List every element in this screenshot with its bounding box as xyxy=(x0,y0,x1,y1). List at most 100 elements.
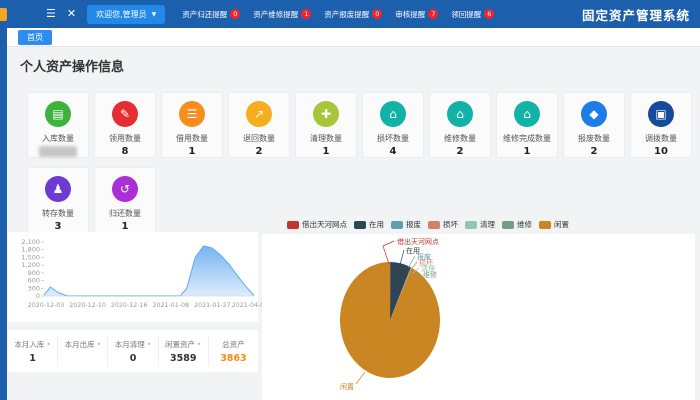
summary-stat: 总资产3863 xyxy=(209,336,258,366)
tab-home[interactable]: 首页 xyxy=(18,30,52,45)
svg-text:2020-12-16: 2020-12-16 xyxy=(111,302,148,309)
stat-card: ✚ 清理数量 1 xyxy=(295,92,357,158)
notification-badge: 7 xyxy=(428,9,438,19)
svg-text:2020-12-03: 2020-12-03 xyxy=(28,302,65,309)
return-icon: ↺ xyxy=(112,176,138,202)
pie-legend: 借出天河网点 在用报废 损坏清理 维修闲置 xyxy=(287,219,569,230)
tab-bar: 首页 xyxy=(7,28,700,47)
svg-text:2021-01-27: 2021-01-27 xyxy=(194,302,231,309)
app-title: 固定资产管理系统 xyxy=(582,5,690,24)
stat-value: 8 xyxy=(122,146,129,157)
stat-value: 2 xyxy=(591,146,598,157)
stat-label: 报废数量 xyxy=(578,133,610,144)
stat-value: 3 xyxy=(55,221,62,232)
stat-label: 损坏数量 xyxy=(377,133,409,144)
reminder-nav: 资产归还提醒0资产维修提醒1资产报废提醒0审核提醒7领回提醒6 xyxy=(182,9,494,20)
stat-card: ◆报废数量2 xyxy=(563,92,625,158)
trend-icon: ↗ xyxy=(246,101,272,127)
legend-label: 在用 xyxy=(369,219,384,230)
stat-label: 领用数量 xyxy=(109,133,141,144)
stat-card-grid: ▤入库数量✎领用数量8☰借用数量1↗退回数量2✚清理数量1⌂损坏数量4⌂维修数量… xyxy=(27,92,692,233)
svg-text:1,500: 1,500 xyxy=(21,253,40,261)
notification-badge: 0 xyxy=(230,9,240,19)
stat-value: 10 xyxy=(654,146,668,157)
user-dropdown[interactable]: 欢迎您,管理员 ▼ xyxy=(87,5,165,24)
nav-reminder-item[interactable]: 领回提醒6 xyxy=(451,9,494,20)
legend-item[interactable]: 在用 xyxy=(354,219,384,230)
stat-label: 维修数量 xyxy=(444,133,476,144)
stat-card: ☰借用数量1 xyxy=(161,92,223,158)
legend-item[interactable]: 维修 xyxy=(502,219,532,230)
layers-icon: ☰ xyxy=(179,101,205,127)
summary-stat: 本月清理•0 xyxy=(108,336,158,366)
summary-stat: 本月入库•1 xyxy=(8,336,58,366)
app-logo xyxy=(0,8,7,21)
hamburger-menu-icon[interactable]: ☰ xyxy=(46,0,56,28)
stat-value: 1 xyxy=(524,146,531,157)
stat-value: 1 xyxy=(122,221,129,232)
stat-value: 2 xyxy=(256,146,263,157)
pie-callout-label: 闲置 xyxy=(340,382,354,391)
stat-value: 1 xyxy=(323,146,330,157)
stat-label: 借用数量 xyxy=(176,133,208,144)
legend-item[interactable]: 闲置 xyxy=(539,219,569,230)
notification-badge: 1 xyxy=(301,9,311,19)
stat-label: 归还数量 xyxy=(109,208,141,219)
stat-label: 维修完成数量 xyxy=(503,133,551,144)
legend-item[interactable]: 清理 xyxy=(465,219,495,230)
stat-label: 清理数量 xyxy=(310,133,342,144)
legend-item[interactable]: 损坏 xyxy=(428,219,458,230)
pie-callout-label: 维修 xyxy=(423,270,437,279)
pie-chart-panel: 借出天河网点在用报废损坏清理维修闲置 xyxy=(262,234,695,400)
legend-swatch xyxy=(539,221,551,229)
notification-badge: 6 xyxy=(484,9,494,19)
pie-slice[interactable] xyxy=(340,262,440,378)
bullet-icon: • xyxy=(46,340,50,349)
legend-label: 维修 xyxy=(517,219,532,230)
chevron-down-icon: ▼ xyxy=(152,11,157,18)
svg-text:1,200: 1,200 xyxy=(21,261,40,269)
legend-label: 损坏 xyxy=(443,219,458,230)
summary-stat: 本月出库• xyxy=(58,336,108,366)
svg-text:2,100: 2,100 xyxy=(21,238,40,246)
nav-reminder-item[interactable]: 资产维修提醒1 xyxy=(253,9,311,20)
clean-icon: ✚ xyxy=(313,101,339,127)
svg-text:0: 0 xyxy=(36,292,40,300)
page-title: 个人资产操作信息 xyxy=(20,56,124,75)
legend-label: 借出天河网点 xyxy=(302,219,347,230)
stat-card: ▤ 入库数量 xyxy=(27,92,89,158)
stat-label: 退回数量 xyxy=(243,133,275,144)
user-dropdown-label: 欢迎您,管理员 xyxy=(96,9,147,20)
stat-card: ↺ 归还数量 1 xyxy=(94,167,156,233)
nav-reminder-item[interactable]: 审核提醒7 xyxy=(395,9,438,20)
trend-chart-panel: 03006009001,2001,5001,8002,1002020-12-03… xyxy=(8,232,258,322)
legend-item[interactable]: 借出天河网点 xyxy=(287,219,347,230)
nav-reminder-item[interactable]: 资产报废提醒0 xyxy=(324,9,382,20)
house-icon: ⌂ xyxy=(380,101,406,127)
summary-label: 本月出库• xyxy=(65,339,101,350)
house-icon: ⌂ xyxy=(447,101,473,127)
svg-text:2021-01-08: 2021-01-08 xyxy=(152,302,189,309)
summary-panel: 本月入库•1本月出库•本月清理•0闲置资产•3589总资产3863 xyxy=(8,330,258,372)
bullet-icon: • xyxy=(97,340,101,349)
stat-label: 入库数量 xyxy=(42,133,74,144)
bar-chart-icon: ▤ xyxy=(45,101,71,127)
legend-item[interactable]: 报废 xyxy=(391,219,421,230)
nav-reminder-item[interactable]: 资产归还提醒0 xyxy=(182,9,240,20)
close-icon[interactable]: ✕ xyxy=(67,0,76,28)
svg-text:300: 300 xyxy=(28,284,40,292)
legend-swatch xyxy=(391,221,403,229)
stat-card: ⌂维修数量2 xyxy=(429,92,491,158)
summary-value: 1 xyxy=(29,353,36,364)
legend-swatch xyxy=(465,221,477,229)
nav-reminder-label: 审核提醒 xyxy=(395,9,425,20)
svg-text:900: 900 xyxy=(28,269,40,277)
svg-text:600: 600 xyxy=(28,277,40,285)
person-icon: ♟ xyxy=(45,176,71,202)
legend-swatch xyxy=(428,221,440,229)
copy-icon: ▣ xyxy=(648,101,674,127)
legend-swatch xyxy=(502,221,514,229)
nav-reminder-label: 资产报废提醒 xyxy=(324,9,369,20)
svg-text:2020-12-10: 2020-12-10 xyxy=(69,302,106,309)
bullet-icon: • xyxy=(147,340,151,349)
